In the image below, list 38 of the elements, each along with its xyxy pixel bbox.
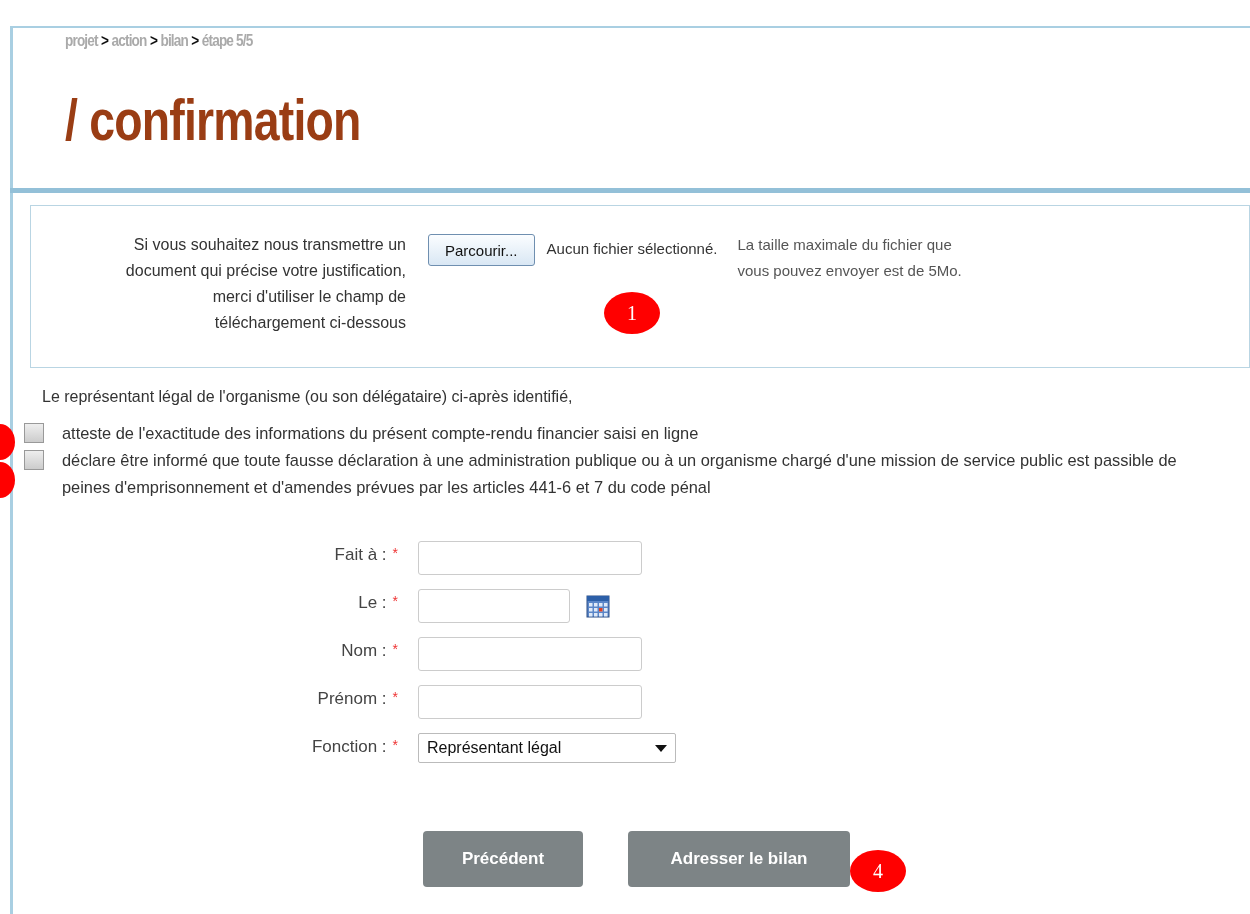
text-field[interactable] bbox=[418, 541, 642, 575]
submit-button[interactable]: Adresser le bilan bbox=[628, 831, 850, 887]
field-label: Fonction : bbox=[311, 737, 387, 757]
field-label: Prénom : bbox=[317, 689, 387, 709]
page-title: / confirmation bbox=[65, 86, 362, 153]
declaration-text: déclare être informé que toute fausse déclaration à une administration publique ou à un organisme chargé d'une mission de service public est passible de peines d'emprisonnement et d'amendes prévues par les articles 441-6 et 7 du code pénal bbox=[62, 450, 1178, 498]
required-mark: * bbox=[392, 593, 398, 611]
file-status: Aucun fichier sélectionné. bbox=[546, 240, 718, 257]
breadcrumb-link[interactable]: projet bbox=[65, 32, 98, 50]
field-label: Fait à : bbox=[334, 545, 387, 565]
previous-button[interactable]: Précédent bbox=[423, 831, 583, 887]
annotation-marker: 4 bbox=[850, 850, 906, 892]
declaration-intro: Le représentant légal de l'organisme (ou son délégataire) ci-après identifié, bbox=[42, 388, 574, 406]
required-mark: * bbox=[392, 689, 398, 707]
checkbox[interactable] bbox=[24, 423, 44, 443]
annotation-marker: 1 bbox=[604, 292, 660, 334]
size-note: La taille maximale du fichier que vous pouvez envoyer est de 5Mo. bbox=[737, 235, 963, 281]
text-field[interactable] bbox=[418, 637, 642, 671]
required-mark: * bbox=[392, 641, 398, 659]
breadcrumb-link[interactable]: étape 5/5 bbox=[201, 32, 253, 50]
breadcrumb-link[interactable]: action bbox=[111, 32, 147, 50]
breadcrumb-separator: > bbox=[191, 32, 199, 50]
text-field[interactable] bbox=[418, 685, 642, 719]
field-label: Le : bbox=[358, 593, 387, 613]
caret-icon bbox=[655, 744, 667, 752]
declaration-text: atteste de l'exactitude des informations du présent compte-rendu financier saisi en ligne bbox=[62, 423, 700, 444]
breadcrumb-separator: > bbox=[149, 32, 158, 50]
browse-button[interactable]: Parcourir... bbox=[428, 234, 535, 266]
breadcrumb-separator: > bbox=[101, 32, 109, 50]
calendar-icon[interactable] bbox=[586, 594, 610, 618]
checkbox[interactable] bbox=[24, 450, 44, 470]
upload-instructions: Si vous souhaitez nous transmettre un document qui précise votre justification, merci d'utiliser le champ de téléchargement ci-dessous bbox=[124, 235, 406, 333]
required-mark: * bbox=[392, 545, 398, 563]
required-mark: * bbox=[392, 737, 398, 755]
date-field[interactable] bbox=[418, 589, 570, 623]
field-label: Nom : bbox=[341, 641, 387, 661]
breadcrumb-link[interactable]: bilan bbox=[160, 32, 188, 50]
function-dropdown[interactable]: Représentant légal bbox=[418, 733, 676, 763]
